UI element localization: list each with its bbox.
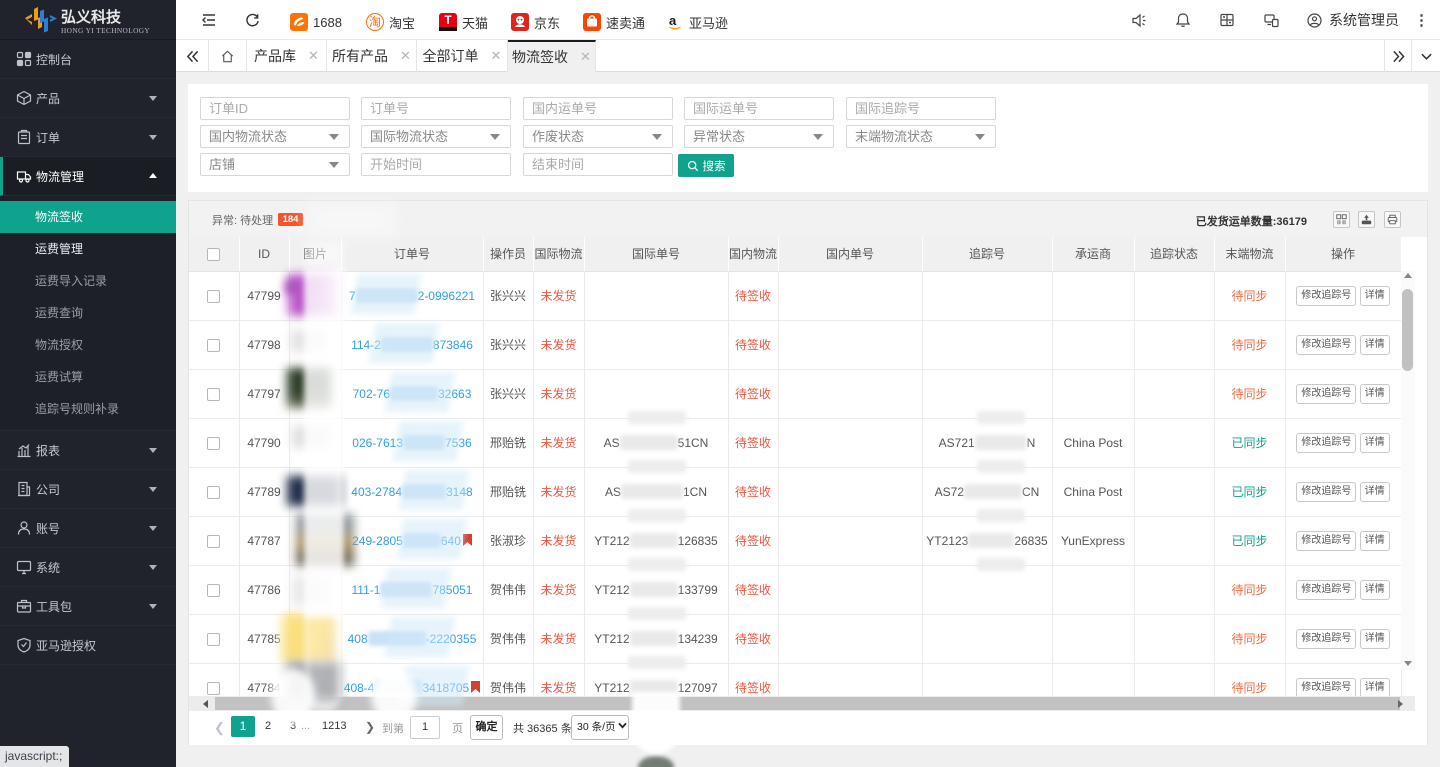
svg-text:a: a: [669, 13, 677, 28]
svg-text:弘义科技: 弘义科技: [61, 8, 122, 26]
svg-text:HONG YI TECHNOLOGY: HONG YI TECHNOLOGY: [61, 26, 150, 35]
